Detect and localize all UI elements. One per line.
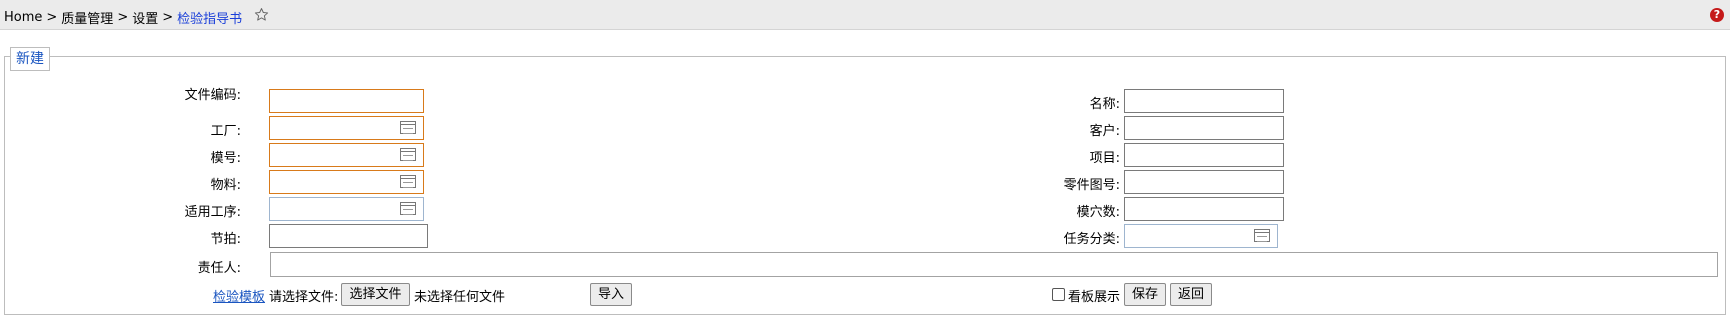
process-label: 适用工序: [184,205,241,220]
file-code-input[interactable] [269,89,424,113]
material-label: 物料: [210,178,241,193]
breadcrumb-separator: > [162,10,174,25]
takt-input[interactable] [269,224,428,248]
customer-input[interactable] [1124,116,1284,140]
mold-no-label: 模号: [210,151,241,166]
breadcrumb-current: 检验指导书 [177,12,243,27]
name-input[interactable] [1124,89,1284,113]
process-input[interactable] [269,197,424,221]
breadcrumb-quality-management[interactable]: 质量管理 [61,12,113,27]
task-category-label: 任务分类: [1063,232,1120,247]
lookup-icon[interactable] [400,121,416,134]
file-prompt-label: 请选择文件: [269,290,339,305]
kanban-checkbox[interactable] [1052,288,1065,301]
breadcrumb-home[interactable]: Home [4,10,42,25]
task-category-input[interactable] [1124,224,1278,248]
kanban-checkbox-label: 看板展示 [1068,290,1121,305]
responsible-label: 责任人: [197,261,241,276]
project-label: 项目: [1089,151,1120,166]
form-legend: 新建 [10,47,50,71]
part-drawing-no-label: 零件图号: [1063,178,1120,193]
breadcrumb: Home > 质量管理 > 设置 > 检验指导书 [4,7,269,27]
star-outline-icon[interactable] [254,7,269,26]
takt-label: 节拍: [210,232,241,247]
breadcrumb-separator: > [46,10,58,25]
back-button[interactable]: 返回 [1170,283,1212,306]
import-button[interactable]: 导入 [590,283,632,306]
no-file-selected-text: 未选择任何文件 [414,290,506,305]
lookup-icon[interactable] [400,202,416,215]
top-bar: Home > 质量管理 > 设置 > 检验指导书 ? [0,0,1730,30]
factory-input[interactable] [269,116,424,140]
project-input[interactable] [1124,143,1284,167]
inspection-template-link[interactable]: 检验模板 [213,286,265,305]
mold-no-input[interactable] [269,143,424,167]
help-icon[interactable]: ? [1710,8,1724,22]
factory-label: 工厂: [210,124,241,139]
breadcrumb-separator: > [117,10,129,25]
customer-label: 客户: [1089,124,1120,139]
material-input[interactable] [269,170,424,194]
choose-file-button[interactable]: 选择文件 [341,283,410,306]
cavity-count-label: 模穴数: [1076,205,1120,220]
lookup-icon[interactable] [400,175,416,188]
lookup-icon[interactable] [1254,229,1270,242]
name-label: 名称: [1089,97,1120,112]
cavity-count-input[interactable] [1124,197,1284,221]
part-drawing-no-input[interactable] [1124,170,1284,194]
lookup-icon[interactable] [400,148,416,161]
responsible-input[interactable] [270,252,1718,277]
save-button[interactable]: 保存 [1124,283,1166,306]
breadcrumb-settings[interactable]: 设置 [132,12,158,27]
file-code-label: 文件编码: [184,88,241,103]
